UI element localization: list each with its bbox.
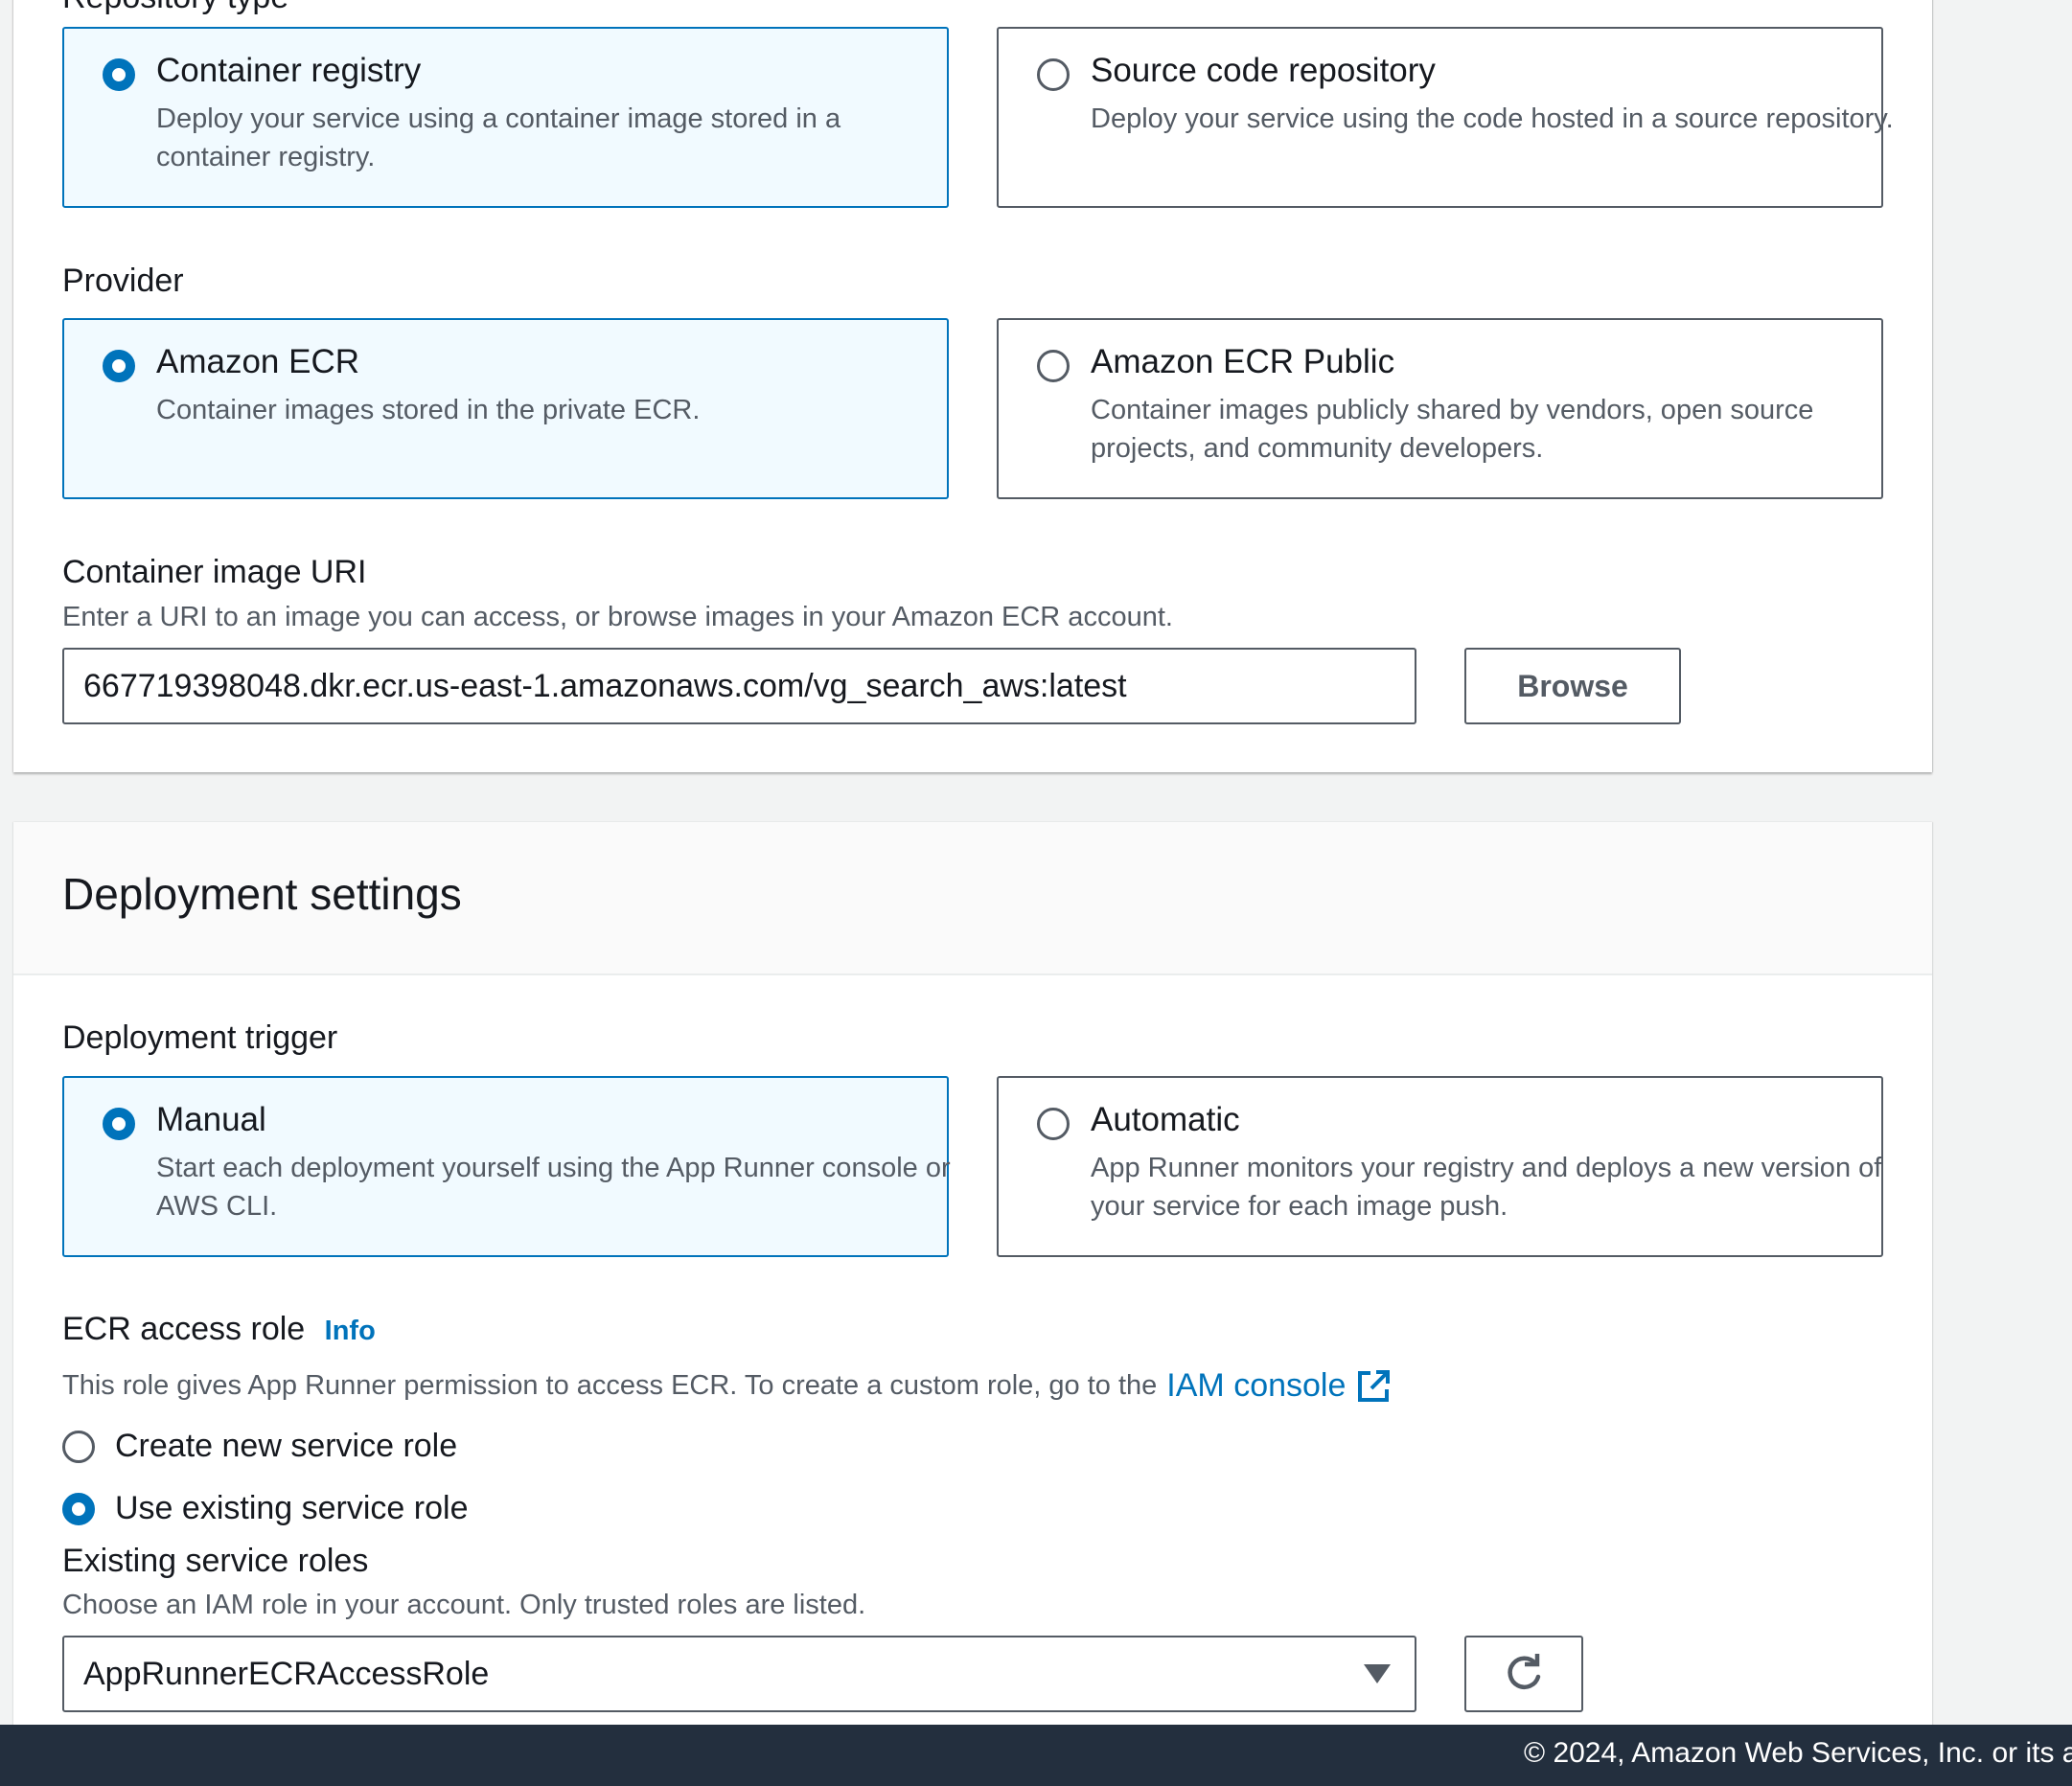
tile-description: Deploy your service using the code hoste… (1091, 103, 1894, 134)
selected-role-value: AppRunnerECRAccessRole (83, 1655, 490, 1692)
tile-description: Start each deployment yourself using the… (156, 1153, 951, 1222)
tile-description: Container images publicly shared by vend… (1091, 395, 1814, 464)
tile-title: Amazon ECR Public (1091, 343, 1395, 380)
tile-title: Automatic (1091, 1101, 1240, 1138)
container-image-uri-label: Container image URI (62, 554, 367, 590)
deployment-trigger-label: Deployment trigger (62, 1019, 338, 1056)
radio-button-unchecked[interactable] (1037, 58, 1070, 91)
ecr-access-role-label: ECR access role (62, 1311, 306, 1347)
radio-button-checked[interactable] (103, 350, 135, 382)
radio-button-unchecked[interactable] (1037, 1108, 1070, 1140)
use-existing-service-role-option[interactable]: Use existing service role (62, 1490, 637, 1528)
radio-button-checked[interactable] (62, 1493, 95, 1525)
radio-button-unchecked[interactable] (62, 1431, 95, 1463)
option-label: Create new service role (115, 1428, 458, 1464)
refresh-icon (1502, 1652, 1546, 1696)
external-link-icon[interactable] (1355, 1368, 1392, 1405)
browse-button[interactable]: Browse (1464, 648, 1681, 724)
radio-button-checked[interactable] (103, 1108, 135, 1140)
tile-title: Container registry (156, 52, 422, 89)
tile-description: Container images stored in the private E… (156, 395, 701, 425)
existing-service-role-select[interactable]: AppRunnerECRAccessRole (62, 1636, 1416, 1712)
ecr-access-role-heading: ECR access role Info (62, 1311, 376, 1348)
page-footer: © 2024, Amazon Web Services, Inc. or its… (0, 1725, 2072, 1786)
deployment-settings-title: Deployment settings (62, 869, 462, 919)
container-image-uri-value: 667719398048.dkr.ecr.us-east-1.amazonaws… (83, 667, 1127, 704)
ecr-role-description-text: This role gives App Runner permission to… (62, 1370, 1158, 1401)
tile-description: App Runner monitors your registry and de… (1091, 1153, 1882, 1222)
provider-amazon-ecr-tile[interactable]: Amazon ECR Container images stored in th… (62, 318, 949, 499)
tile-description: Deploy your service using a container im… (156, 103, 841, 172)
repo-type-source-code-tile[interactable]: Source code repository Deploy your servi… (997, 27, 1894, 208)
create-new-service-role-option[interactable]: Create new service role (62, 1428, 637, 1466)
refresh-button[interactable] (1464, 1636, 1583, 1712)
trigger-automatic-tile[interactable]: Automatic App Runner monitors your regis… (997, 1076, 1883, 1257)
info-link[interactable]: Info (325, 1316, 376, 1346)
container-image-uri-description: Enter a URI to an image you can access, … (62, 602, 1173, 632)
existing-service-roles-description: Choose an IAM role in your account. Only… (62, 1590, 866, 1620)
tile-title: Amazon ECR (156, 343, 360, 380)
provider-label: Provider (62, 263, 184, 299)
repository-type-label: Repository type (62, 0, 288, 16)
repo-type-container-registry-tile[interactable]: Container registry Deploy your service u… (62, 27, 949, 208)
tile-title: Manual (156, 1101, 266, 1138)
option-label: Use existing service role (115, 1490, 469, 1526)
ecr-access-role-description: This role gives App Runner permission to… (62, 1367, 1392, 1405)
existing-service-roles-label: Existing service roles (62, 1543, 369, 1579)
trigger-manual-tile[interactable]: Manual Start each deployment yourself us… (62, 1076, 951, 1257)
container-image-uri-input[interactable]: 667719398048.dkr.ecr.us-east-1.amazonaws… (62, 648, 1416, 724)
radio-button-checked[interactable] (103, 58, 135, 91)
iam-console-link[interactable]: IAM console (1166, 1367, 1346, 1405)
radio-button-unchecked[interactable] (1037, 350, 1070, 382)
provider-amazon-ecr-public-tile[interactable]: Amazon ECR Public Container images publi… (997, 318, 1883, 499)
tile-title: Source code repository (1091, 52, 1436, 89)
footer-copyright: © 2024, Amazon Web Services, Inc. or its… (1524, 1737, 2072, 1769)
caret-down-icon (1363, 1663, 1392, 1684)
